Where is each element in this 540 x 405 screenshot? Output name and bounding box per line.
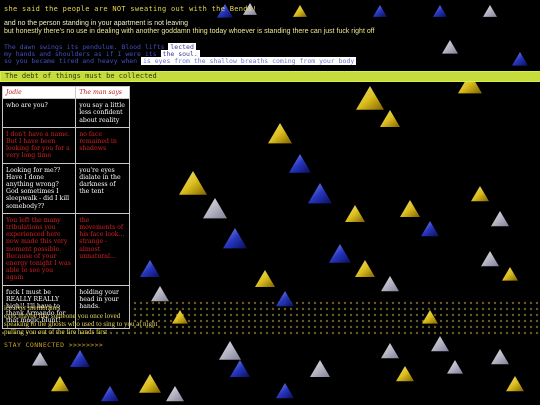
closing-line-3: speaking to the ghosts who used to sing … (4, 320, 158, 328)
dialog-cell-right: you're eyes dialate in the darkness of t… (75, 162, 130, 214)
closing-line-4: pulling you out of the fire hands first (4, 328, 108, 336)
dialog-cell-right: no face remained in shadows (75, 126, 130, 164)
dialog-header-right: The man says (75, 85, 130, 100)
dialog-header-left: Jodie (1, 85, 77, 100)
banner: The debt of things must be collected (0, 71, 540, 82)
quote-row-3: so you became tired and heavy when is ey… (4, 57, 357, 65)
table-row: I don't have a name. But I have been loo… (1, 126, 130, 164)
dialog-header-row: Jodie The man says (1, 85, 130, 100)
top-tagline: she said the people are NOT sweating out… (4, 5, 257, 13)
dialog-cell-right: the movements of his face look... strang… (75, 212, 130, 286)
table-row: who are you? you say a little less confi… (1, 98, 130, 128)
dialog-cell-left: I don't have a name. But I have been loo… (1, 126, 77, 164)
table-row: You left the many tribulations you exper… (1, 212, 130, 286)
dialog-cell-left: Looking for me?? Have I done anything wr… (1, 162, 77, 214)
table-row: Looking for me?? Have I done anything wr… (1, 162, 130, 214)
quote-row-3-highlight: is eyes from the shallow breaths coming … (140, 57, 357, 65)
dialog-cell-left: who are you? (1, 98, 77, 128)
quote-row-3-text: so you became tired and heavy when (4, 57, 141, 65)
closing-line-1: ice over membranes (4, 304, 61, 312)
intro-line-1: and no the person standing in your apart… (4, 20, 189, 27)
closing-line-2: eyes maybe like someone you once loved (4, 312, 121, 320)
intro-line-2: but honestly there's no use in dealing w… (4, 28, 375, 35)
dialog-cell-right: you say a little less confident about re… (75, 98, 130, 128)
dialog-table: Jodie The man says who are you? you say … (1, 85, 130, 329)
stay-connected-link[interactable]: STAY CONNECTED >>>>>>>> (4, 341, 103, 349)
dialog-cell-left: You left the many tribulations you exper… (1, 212, 77, 286)
